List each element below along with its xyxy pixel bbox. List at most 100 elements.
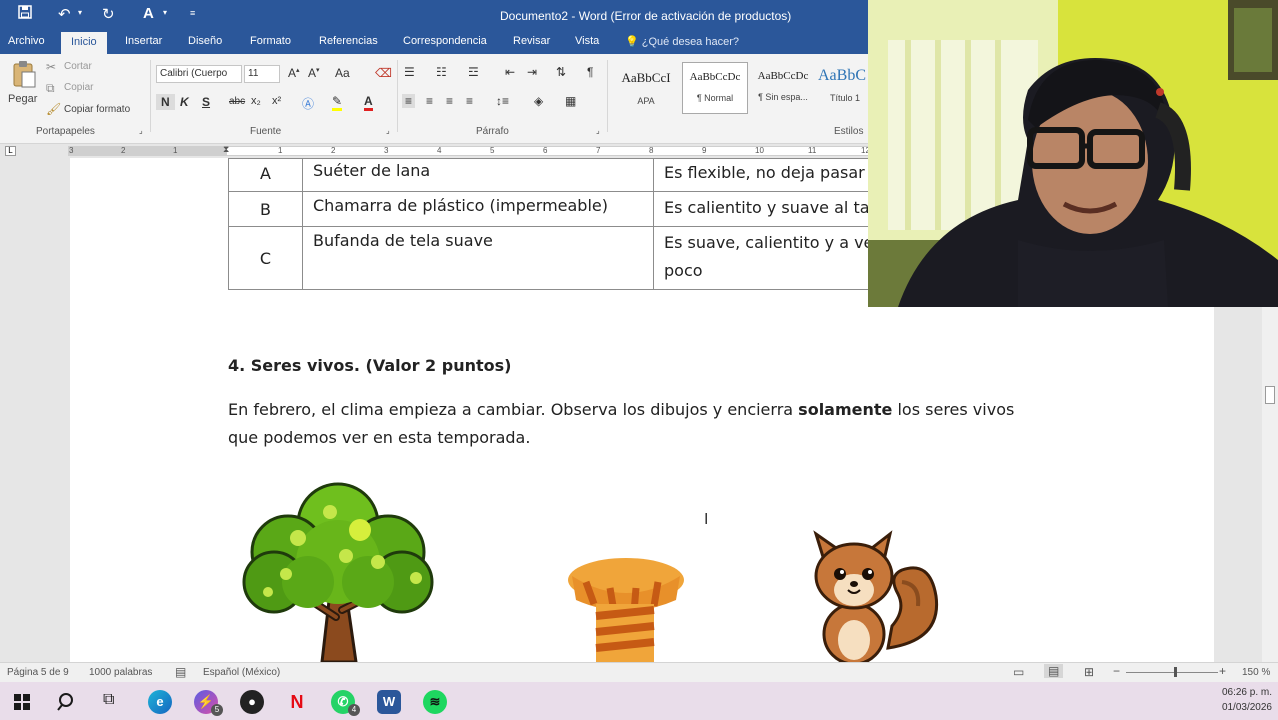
grow-font-icon[interactable]: A▴	[288, 66, 300, 80]
redo-icon[interactable]: ↻	[102, 5, 115, 23]
format-painter-button[interactable]: Copiar formato	[64, 104, 130, 115]
clock-date[interactable]: 01/03/2026	[1222, 702, 1272, 713]
cut-icon[interactable]: ✂	[46, 60, 56, 74]
borders-icon[interactable]: ▦	[565, 94, 576, 108]
indent-marker[interactable]: ⧗	[223, 144, 229, 155]
bullets-icon[interactable]: ☰	[404, 65, 415, 79]
edge-icon[interactable]: e	[148, 690, 172, 714]
table-cell[interactable]: Suéter de lana	[302, 158, 654, 192]
clipboard-launcher-icon[interactable]: ⌟	[139, 126, 143, 135]
align-left-icon[interactable]: ≡	[402, 94, 416, 108]
change-case-button[interactable]: Aa	[335, 66, 350, 80]
font-name-select[interactable]: Calibri (Cuerpo	[156, 65, 242, 83]
tab-insertar[interactable]: Insertar	[125, 35, 162, 47]
spotify-icon[interactable]: ≋	[423, 690, 447, 714]
justify-icon[interactable]: ≡	[466, 94, 473, 108]
text-effects-icon[interactable]: Ⓐ	[302, 95, 314, 112]
text-cursor-icon: I	[704, 511, 709, 528]
table-cell[interactable]: C	[228, 226, 303, 290]
align-center-icon[interactable]: ≡	[426, 94, 433, 108]
tree-icon[interactable]	[238, 482, 438, 662]
style-titulo-1[interactable]: AaBbC Título 1	[818, 62, 868, 114]
bold-button[interactable]: N	[156, 94, 175, 110]
scarf-icon[interactable]	[566, 552, 686, 662]
ruler-number: 3	[69, 146, 74, 155]
format-painter-icon[interactable]: 🖌	[46, 102, 61, 116]
netflix-icon[interactable]: N	[285, 690, 309, 714]
zoom-slider[interactable]	[1126, 672, 1218, 673]
multilevel-icon[interactable]: ☲	[468, 65, 479, 79]
table-cell[interactable]: Bufanda de tela suave	[302, 226, 654, 290]
tab-selector[interactable]: L	[5, 146, 16, 156]
font-color-icon[interactable]: A	[143, 5, 154, 22]
font-color-dropdown-icon[interactable]: ▾	[163, 8, 167, 17]
badge: 4	[348, 704, 360, 716]
font-size-select[interactable]: 11	[244, 65, 280, 83]
camera-app-icon[interactable]: ●	[240, 690, 264, 714]
tab-archivo[interactable]: Archivo	[8, 35, 45, 47]
table-cell[interactable]: Chamarra de plástico (impermeable)	[302, 191, 654, 227]
zoom-in-icon[interactable]: +	[1219, 664, 1226, 678]
tab-revisar[interactable]: Revisar	[513, 35, 550, 47]
read-mode-icon[interactable]: ▭	[1013, 665, 1024, 679]
italic-button[interactable]: K	[180, 95, 189, 109]
print-layout-icon[interactable]: ▤	[1044, 664, 1064, 678]
line-spacing-icon[interactable]: ↕≡	[496, 94, 509, 108]
paste-button[interactable]: Pegar	[8, 60, 40, 110]
tab-diseno[interactable]: Diseño	[188, 35, 222, 47]
tab-correspondencia[interactable]: Correspondencia	[403, 35, 487, 47]
web-layout-icon[interactable]: ⊞	[1084, 665, 1094, 679]
superscript-button[interactable]: x²	[272, 95, 281, 107]
windows-icon[interactable]	[14, 694, 30, 710]
save-icon[interactable]	[18, 5, 32, 23]
search-icon[interactable]	[57, 692, 77, 712]
tab-vista[interactable]: Vista	[575, 35, 599, 47]
clear-format-icon[interactable]: ⌫	[375, 66, 392, 80]
tab-formato[interactable]: Formato	[250, 35, 291, 47]
undo-dropdown-icon[interactable]: ▾	[78, 8, 82, 17]
increase-indent-icon[interactable]: ⇥	[527, 65, 537, 79]
underline-button[interactable]: S	[202, 95, 210, 109]
tab-inicio[interactable]: Inicio	[61, 32, 107, 54]
ruler-number: 1	[278, 146, 283, 155]
decrease-indent-icon[interactable]: ⇤	[505, 65, 515, 79]
squirrel-icon[interactable]	[802, 530, 942, 662]
shrink-font-icon[interactable]: A▾	[308, 66, 320, 80]
copy-icon[interactable]: ⧉	[46, 81, 55, 96]
tell-me-box[interactable]: 💡 ¿Qué desea hacer?	[625, 35, 739, 48]
style-sin-espaciado[interactable]: AaBbCcDc ¶ Sin espa...	[750, 62, 816, 114]
customize-icon[interactable]: ≡	[190, 8, 195, 18]
numbering-icon[interactable]: ☷	[436, 65, 447, 79]
shading-icon[interactable]: ◈	[534, 94, 543, 108]
word-count[interactable]: 1000 palabras	[89, 667, 152, 678]
styles-group-label: Estilos	[834, 126, 864, 137]
table-cell[interactable]: B	[228, 191, 303, 227]
show-marks-icon[interactable]: ¶	[587, 65, 593, 79]
proofing-icon[interactable]: ▤	[175, 665, 186, 679]
strikethrough-button[interactable]: abc	[229, 96, 245, 107]
word-icon[interactable]: W	[377, 690, 401, 714]
scrollbar-thumb[interactable]	[1265, 386, 1275, 404]
table-cell[interactable]: A	[228, 158, 303, 192]
cut-button[interactable]: Cortar	[64, 61, 92, 72]
style-apa[interactable]: AaBbCcI APA	[613, 62, 679, 114]
align-right-icon[interactable]: ≡	[446, 94, 453, 108]
tab-referencias[interactable]: Referencias	[319, 35, 378, 47]
copy-button[interactable]: Copiar	[64, 82, 93, 93]
page-count[interactable]: Página 5 de 9	[7, 667, 69, 678]
undo-icon[interactable]: ↶	[58, 5, 71, 23]
style-normal[interactable]: AaBbCcDc ¶ Normal	[682, 62, 748, 114]
paragraph-launcher-icon[interactable]: ⌟	[596, 126, 600, 135]
text-color-icon[interactable]: A	[364, 94, 373, 111]
task-view-icon[interactable]: ⧉	[103, 691, 114, 709]
zoom-slider-thumb[interactable]	[1174, 667, 1177, 677]
sort-icon[interactable]: ⇅	[556, 65, 566, 79]
subscript-button[interactable]: x₂	[251, 95, 261, 107]
language-label[interactable]: Español (México)	[203, 667, 280, 678]
ruler-number: 9	[702, 146, 707, 155]
highlight-icon[interactable]: ✎	[332, 94, 343, 111]
zoom-out-icon[interactable]: −	[1113, 664, 1120, 678]
zoom-level[interactable]: 150 %	[1242, 667, 1270, 678]
font-launcher-icon[interactable]: ⌟	[386, 126, 390, 135]
clock-time[interactable]: 06:26 p. m.	[1222, 687, 1272, 698]
